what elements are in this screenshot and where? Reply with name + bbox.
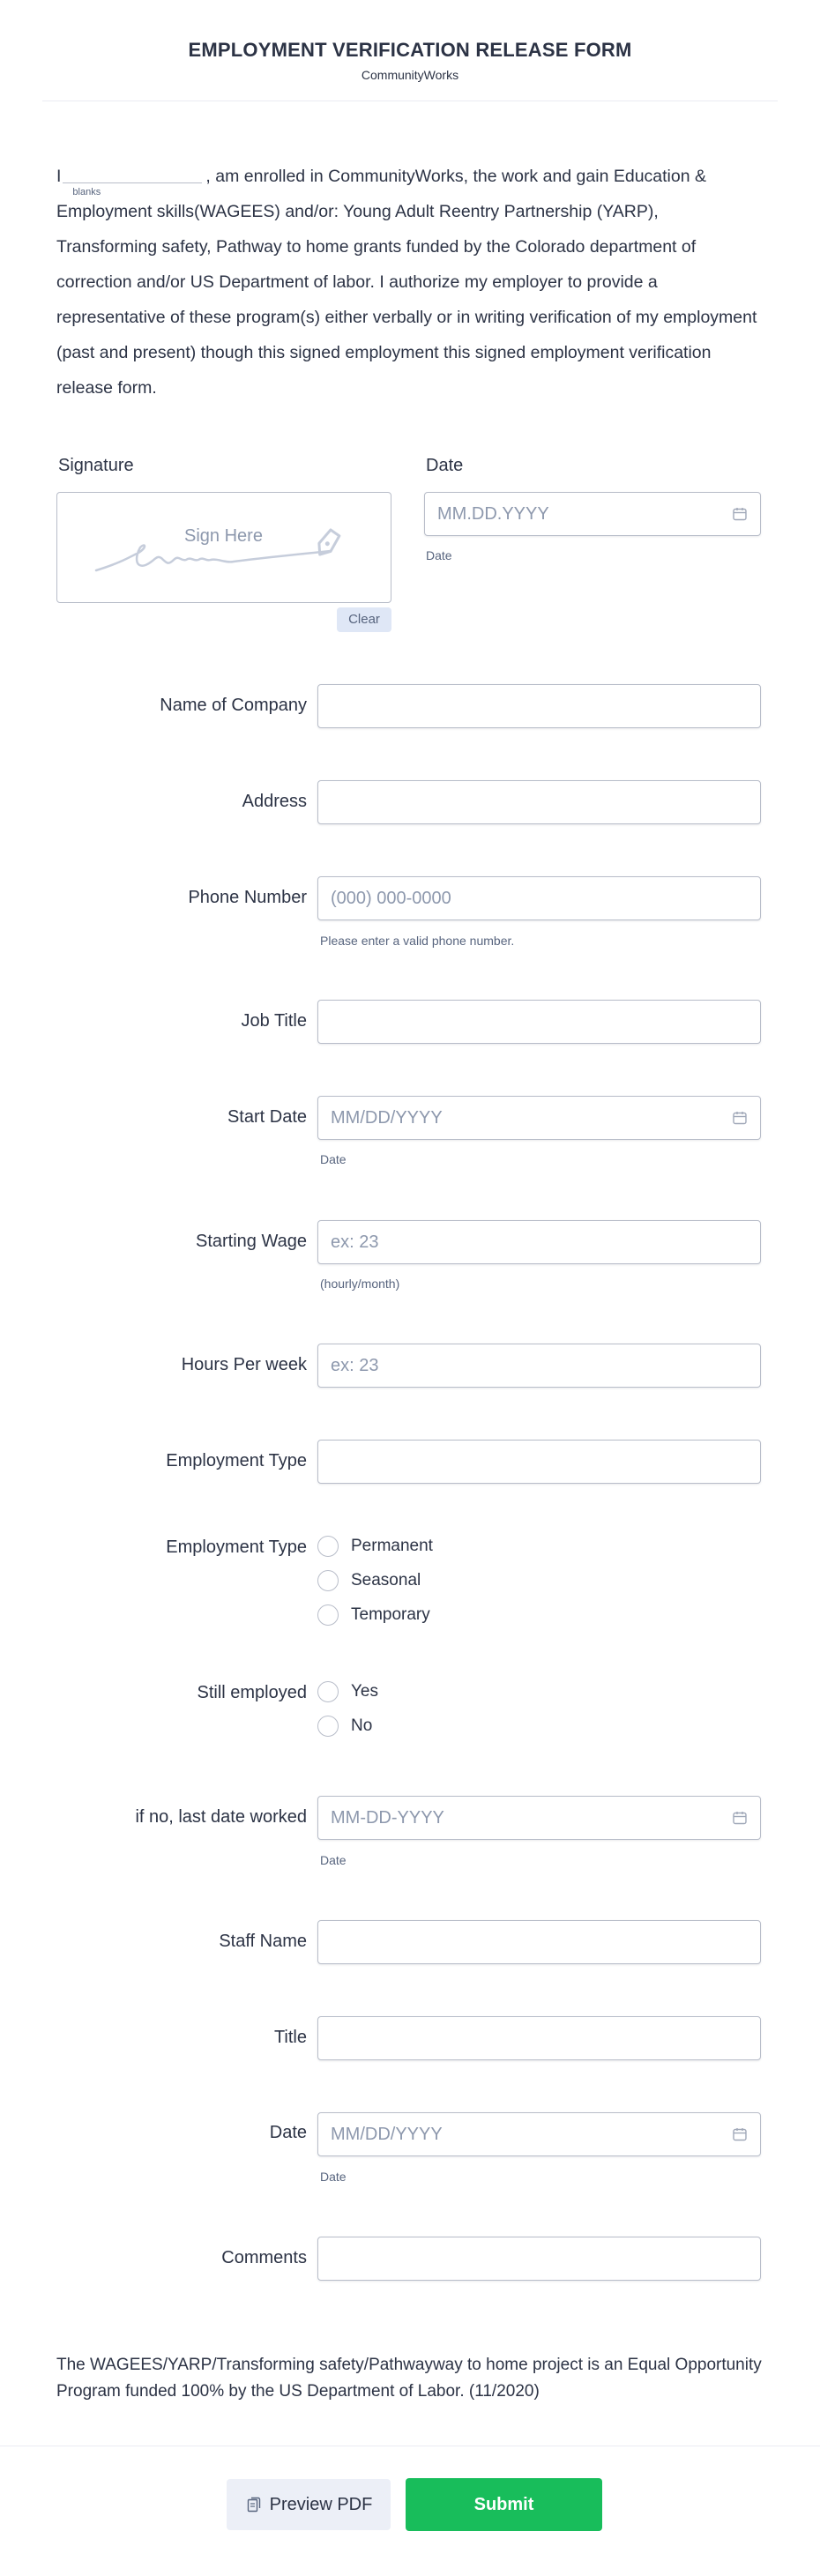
radio-button[interactable] (317, 1604, 339, 1626)
hours-input[interactable] (317, 1344, 761, 1388)
signature-pad[interactable]: Sign Here (56, 492, 391, 603)
intro-paragraph: Iblanks, am enrolled in CommunityWorks, … (56, 159, 762, 406)
calendar-icon[interactable] (732, 2126, 748, 2142)
last-date-input[interactable] (317, 1796, 761, 1840)
title-input[interactable] (317, 2016, 761, 2060)
signature-label: Signature (58, 456, 134, 475)
start-date-sublabel: Date (320, 1152, 347, 1166)
phone-sublabel: Please enter a valid phone number. (320, 934, 515, 948)
form-subtitle: CommunityWorks (361, 68, 459, 82)
form-title: EMPLOYMENT VERIFICATION RELEASE FORM (188, 39, 632, 61)
radio-option-label: No (351, 1716, 373, 1735)
starting-wage-input[interactable] (317, 1220, 761, 1264)
radio-option-yes[interactable]: Yes (317, 1679, 378, 1704)
radio-button[interactable] (317, 1716, 339, 1737)
calendar-icon[interactable] (732, 506, 748, 522)
radio-option-label: Permanent (351, 1537, 433, 1555)
address-label: Address (242, 792, 307, 811)
document-icon (247, 2497, 260, 2513)
date-label: Date (269, 2123, 307, 2142)
intro-prefix: I (56, 167, 62, 186)
last-date-label: if no, last date worked (135, 1807, 307, 1827)
comments-label: Comments (221, 2248, 307, 2267)
form-header: EMPLOYMENT VERIFICATION RELEASE FORM Com… (42, 0, 778, 101)
submit-button[interactable]: Submit (406, 2478, 602, 2531)
signature-hint: Sign Here (184, 526, 263, 546)
radio-option-permanent[interactable]: Permanent (317, 1534, 433, 1559)
radio-button[interactable] (317, 1681, 339, 1702)
blank-sublabel: blanks (72, 187, 101, 197)
address-input[interactable] (317, 780, 761, 824)
start-date-label: Start Date (227, 1107, 307, 1127)
title-label: Title (273, 2028, 307, 2047)
clear-signature-button[interactable]: Clear (337, 607, 391, 632)
calendar-icon[interactable] (732, 1110, 748, 1126)
preview-pdf-button[interactable]: Preview PDF (227, 2479, 391, 2530)
radio-option-no[interactable]: No (317, 1714, 372, 1738)
company-input[interactable] (317, 684, 761, 728)
sig-date-sublabel: Date (426, 548, 452, 562)
start-date-input[interactable] (317, 1096, 761, 1140)
employment-type-text-label: Employment Type (166, 1451, 307, 1470)
still-employed-label: Still employed (197, 1683, 307, 1702)
job-title-label: Job Title (241, 1011, 307, 1031)
radio-option-temporary[interactable]: Temporary (317, 1603, 430, 1627)
staff-name-input[interactable] (317, 1920, 761, 1964)
calendar-icon[interactable] (732, 1810, 748, 1826)
blank-field: blanks (63, 164, 203, 197)
radio-option-label: Seasonal (351, 1571, 421, 1590)
company-label: Name of Company (160, 696, 307, 715)
date-sublabel: Date (320, 2170, 347, 2184)
starting-wage-sublabel: (hourly/month) (320, 1277, 400, 1291)
job-title-input[interactable] (317, 1000, 761, 1044)
staff-name-label: Staff Name (219, 1932, 307, 1951)
intro-text: , am enrolled in CommunityWorks, the wor… (56, 167, 757, 398)
phone-label: Phone Number (188, 888, 307, 907)
hours-label: Hours Per week (181, 1355, 307, 1374)
date-input[interactable] (317, 2112, 761, 2156)
radio-option-seasonal[interactable]: Seasonal (317, 1568, 421, 1593)
last-date-sublabel: Date (320, 1853, 347, 1867)
radio-option-label: Yes (351, 1682, 378, 1701)
radio-button[interactable] (317, 1536, 339, 1557)
preview-pdf-label: Preview PDF (269, 2494, 373, 2514)
footer-note: The WAGEES/YARP/Transforming safety/Path… (56, 2356, 762, 2401)
employment-type-radio-label: Employment Type (166, 1537, 307, 1557)
phone-input[interactable] (317, 876, 761, 920)
sig-date-input[interactable] (424, 492, 761, 536)
radio-option-label: Temporary (351, 1605, 430, 1624)
blank-input[interactable] (63, 164, 203, 183)
starting-wage-label: Starting Wage (196, 1232, 307, 1251)
comments-input[interactable] (317, 2237, 761, 2281)
sig-date-label: Date (426, 456, 464, 475)
radio-button[interactable] (317, 1570, 339, 1591)
employment-type-input[interactable] (317, 1440, 761, 1484)
